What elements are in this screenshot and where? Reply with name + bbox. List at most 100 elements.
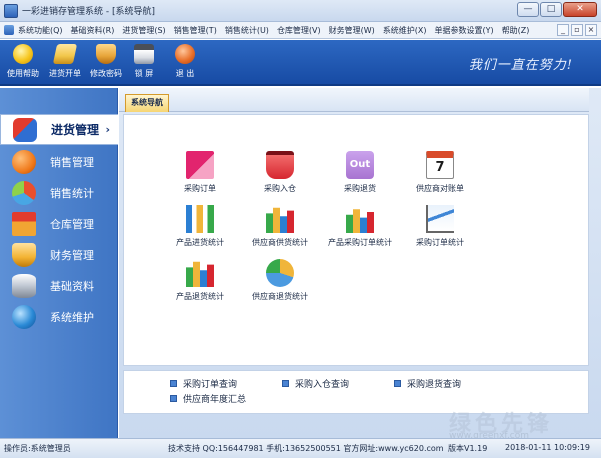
bar-chart-icon (346, 209, 374, 233)
order-icon (186, 151, 214, 179)
toolbar-exit-label: 退 出 (175, 69, 195, 78)
sidebar-item-sales-stats[interactable]: 销售统计 (0, 177, 118, 208)
module-label: 采购退货 (344, 184, 376, 193)
bullet-icon (170, 380, 177, 387)
tab-system-navigation[interactable]: 系统导航 (125, 94, 169, 112)
module-supplier-supply-stats[interactable]: 供应商供货统计 (235, 205, 325, 248)
link-purchase-return-query[interactable]: 采购退货查询 (394, 377, 461, 390)
link-label: 供应商年度汇总 (183, 395, 247, 405)
menu-doc-settings[interactable]: 单据参数设置(Y) (435, 25, 494, 36)
module-purchase-in[interactable]: 采购入仓 (235, 151, 325, 194)
module-product-purchase-stats[interactable]: 产品进货统计 (155, 205, 245, 248)
bullet-icon (282, 380, 289, 387)
pie-chart-icon (266, 259, 294, 287)
database-icon (12, 273, 36, 298)
toolbar-help-button[interactable]: 使用帮助 (2, 44, 44, 79)
module-label: 供应商退货统计 (252, 292, 308, 301)
module-purchase-return[interactable]: Out 采购退货 (315, 151, 405, 194)
mdi-minimize-button[interactable]: _ (557, 24, 569, 36)
module-product-po-stats[interactable]: 产品采购订单统计 (315, 205, 405, 248)
lightbulb-icon (13, 44, 33, 64)
menu-warehouse[interactable]: 仓库管理(V) (277, 25, 321, 36)
menu-sales[interactable]: 销售管理(T) (174, 25, 217, 36)
module-label: 采购订单 (184, 184, 216, 193)
status-version: 版本V1.19 (448, 444, 488, 453)
link-purchase-in-query[interactable]: 采购入仓查询 (282, 377, 349, 390)
mdi-close-button[interactable]: × (585, 24, 597, 36)
shield-icon (96, 44, 116, 64)
toolbar-purchase-order-button[interactable]: 进货开单 (44, 44, 86, 79)
module-supplier-return-stats[interactable]: 供应商退货统计 (235, 259, 325, 302)
module-label: 产品采购订单统计 (328, 238, 392, 247)
pie-chart-icon (12, 180, 36, 205)
link-supplier-annual-summary[interactable]: 供应商年度汇总 (170, 392, 246, 405)
shield-icon (12, 242, 36, 267)
toolbar-lock-screen-button[interactable]: 锁 屏 (123, 44, 165, 79)
toolbar: 使用帮助 进货开单 修改密码 锁 屏 退 出 我们一直在努力! (0, 40, 601, 86)
sidebar-item-finance[interactable]: 财务管理 (0, 239, 118, 270)
sidebar-item-purchase[interactable]: 进货管理 › (0, 114, 118, 145)
folder-icon (52, 44, 78, 64)
toolbar-change-password-button[interactable]: 修改密码 (85, 44, 127, 79)
bullet-icon (394, 380, 401, 387)
module-label: 采购入仓 (264, 184, 296, 193)
main-panel: 系统导航 采购订单 采购入仓 Out 采购退货 7 供应商对账单 产品进货统计 … (119, 88, 601, 441)
sidebar: 进货管理 › 销售管理 销售统计 仓库管理 财务管理 基础资料 系统维护 (0, 88, 118, 438)
toolbar-purchase-order-label: 进货开单 (49, 69, 81, 78)
sidebar-item-maintenance[interactable]: 系统维护 (0, 301, 118, 332)
module-label: 产品进货统计 (176, 238, 224, 247)
close-button[interactable]: ✕ (563, 2, 597, 17)
menu-finance[interactable]: 财务管理(W) (329, 25, 375, 36)
menu-maintenance[interactable]: 系统维护(X) (383, 25, 427, 36)
minimize-button[interactable]: — (517, 2, 539, 17)
menu-help[interactable]: 帮助(Z) (502, 25, 530, 36)
sidebar-item-sales[interactable]: 销售管理 (0, 146, 118, 177)
application-window: 一彩进销存管理系统 - [系统导航] — □ ✕ 系统功能(Q) 基础资料(R)… (0, 0, 601, 458)
chevron-right-icon: › (105, 123, 110, 136)
sidebar-item-label: 销售管理 (50, 155, 94, 169)
module-purchase-order[interactable]: 采购订单 (155, 151, 245, 194)
calendar-icon: 7 (426, 151, 454, 179)
mdi-controls: _ ▫ × (557, 24, 597, 36)
toolbar-lock-screen-label: 锁 屏 (134, 69, 154, 78)
rss-icon (12, 149, 36, 174)
status-support: 技术支持 QQ:156447981 手机:13652500551 官方网址:ww… (168, 444, 444, 453)
menu-purchase[interactable]: 进货管理(S) (122, 25, 165, 36)
sidebar-item-label: 财务管理 (50, 248, 94, 262)
mdi-restore-button[interactable]: ▫ (571, 24, 583, 36)
menu-basic-data[interactable]: 基础资料(R) (71, 25, 115, 36)
module-product-return-stats[interactable]: 产品退货统计 (155, 259, 245, 302)
line-chart-icon (426, 205, 454, 233)
sidebar-item-label: 进货管理 (51, 123, 100, 137)
navigation-content: 采购订单 采购入仓 Out 采购退货 7 供应商对账单 产品进货统计 供应商供货… (123, 114, 589, 366)
menu-app-icon[interactable] (4, 25, 14, 35)
module-po-stats[interactable]: 采购订单统计 (395, 205, 485, 248)
bullet-icon (170, 395, 177, 402)
app-icon (4, 4, 18, 18)
module-label: 供应商对账单 (416, 184, 464, 193)
sidebar-item-basic-data[interactable]: 基础资料 (0, 270, 118, 301)
bar-chart-icon (266, 207, 294, 233)
bar-chart-icon (186, 205, 214, 233)
sidebar-item-warehouse[interactable]: 仓库管理 (0, 208, 118, 239)
status-operator: 操作员:系统管理员 (4, 444, 71, 453)
link-label: 采购入仓查询 (295, 380, 350, 390)
sidebar-item-label: 系统维护 (50, 310, 94, 324)
window-title: 一彩进销存管理系统 - [系统导航] (22, 7, 155, 17)
status-datetime: 2018-01-11 10:09:19 (505, 443, 590, 452)
link-po-query[interactable]: 采购订单查询 (170, 377, 237, 390)
module-label: 产品退货统计 (176, 292, 224, 301)
bar-chart-icon (186, 261, 214, 287)
maximize-button[interactable]: □ (540, 2, 562, 17)
sidebar-item-label: 销售统计 (50, 186, 94, 200)
status-bar: 操作员:系统管理员 技术支持 QQ:156447981 手机:136525005… (0, 438, 601, 458)
menu-bar: 系统功能(Q) 基础资料(R) 进货管理(S) 销售管理(T) 销售统计(U) … (0, 22, 601, 39)
module-supplier-statement[interactable]: 7 供应商对账单 (395, 151, 485, 194)
window-controls: — □ ✕ (517, 2, 597, 17)
link-label: 采购退货查询 (407, 380, 462, 390)
tab-strip: 系统导航 (119, 88, 589, 112)
toolbar-exit-button[interactable]: 退 出 (164, 44, 206, 79)
menu-sales-stats[interactable]: 销售统计(U) (225, 25, 269, 36)
menu-system[interactable]: 系统功能(Q) (18, 25, 63, 36)
link-label: 采购订单查询 (183, 380, 238, 390)
